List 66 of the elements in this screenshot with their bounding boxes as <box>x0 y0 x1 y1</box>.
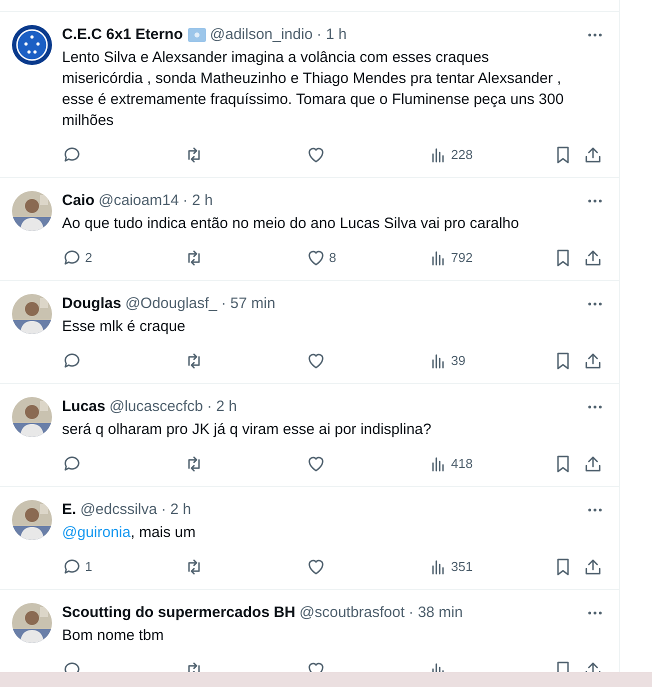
count: 39 <box>451 352 466 370</box>
more-icon <box>587 405 603 409</box>
share-button[interactable] <box>583 557 603 577</box>
share-icon <box>583 248 603 268</box>
logo-icon <box>12 25 52 65</box>
timestamp: · 1 h <box>316 24 347 45</box>
timestamp: · 38 min <box>408 602 463 623</box>
count: 418 <box>451 455 473 474</box>
tweet-text: Lento Silva e Alexsander imagina a volância com esses craques misericórdia , sonda Matheuzinho e Thiago Mendes pra tentar Alexsander , esse é extremamente fraquíssimo. Tomara que o Fluminense peça uns 300 milhões <box>62 48 565 131</box>
count: 8 <box>329 249 336 268</box>
timestamp: · 2 h <box>206 396 237 417</box>
share-button[interactable] <box>583 248 603 268</box>
tweet-text: Ao que tudo indica então no meio do ano Lucas Silva vai pro caralho <box>62 214 520 234</box>
more-button[interactable] <box>587 302 603 306</box>
heart-icon <box>306 557 326 577</box>
share-icon <box>583 454 603 474</box>
mention-link[interactable]: @guironia <box>62 524 131 541</box>
timestamp: · 2 h <box>161 500 192 520</box>
author-name: Scoutting do supermercados BH <box>62 602 296 623</box>
author-name: C.E.C 6x1 Eterno <box>62 24 183 45</box>
share-button[interactable] <box>583 145 603 165</box>
handle: @edcssilva <box>80 500 158 520</box>
author-name: Caio <box>62 190 95 211</box>
tweet-text: Bom nome tbm <box>62 626 165 646</box>
heart-button[interactable] <box>306 557 326 577</box>
more-icon <box>587 302 603 306</box>
count: 792 <box>451 249 473 268</box>
share-button[interactable] <box>583 454 603 474</box>
heart-icon <box>306 145 326 165</box>
handle: @lucascecfcb <box>109 396 203 417</box>
heart-icon <box>306 351 326 371</box>
more-icon <box>587 508 603 512</box>
share-icon <box>583 145 603 165</box>
more-button[interactable] <box>587 508 603 512</box>
more-button[interactable] <box>587 199 603 203</box>
share-button[interactable] <box>583 351 603 371</box>
timestamp: · 57 min <box>221 294 276 314</box>
heart-icon <box>306 454 326 474</box>
more-button[interactable] <box>587 33 603 37</box>
count: 228 <box>451 146 473 164</box>
tweet-text: será q olharam pro JK já q viram esse ai por indisplina? <box>62 420 432 440</box>
more-icon <box>587 611 603 615</box>
share-icon <box>583 557 603 577</box>
tweet-text: @guironia, mais um <box>62 523 197 543</box>
more-button[interactable] <box>587 611 603 615</box>
handle: @adilson_indio <box>210 24 313 45</box>
handle: @scoutbrasfoot <box>299 602 405 623</box>
count: 1 <box>85 558 92 576</box>
heart-button[interactable] <box>306 351 326 371</box>
timestamp: · 2 h <box>182 190 213 211</box>
author-name: Lucas <box>62 396 106 417</box>
count: 351 <box>451 558 473 576</box>
handle: @Odouglasf_ <box>125 294 218 314</box>
author-name: E. <box>62 500 76 520</box>
more-button[interactable] <box>587 405 603 409</box>
handle: @caioam14 <box>98 190 179 211</box>
more-icon <box>587 199 603 203</box>
heart-button[interactable] <box>306 454 326 474</box>
heart-icon <box>306 248 326 268</box>
count: 2 <box>85 249 92 268</box>
author-name: Douglas <box>62 294 122 314</box>
share-icon <box>583 351 603 371</box>
heart-button[interactable] <box>306 145 326 165</box>
more-icon <box>587 33 603 37</box>
heart-button[interactable] <box>306 248 326 268</box>
tweet-text: Esse mlk é craque <box>62 317 186 337</box>
